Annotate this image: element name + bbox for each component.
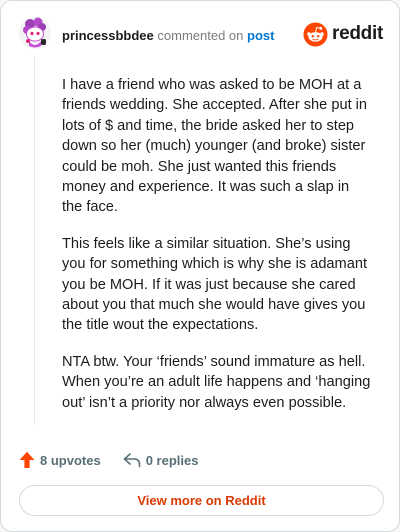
comment-embed-card: princessbbdee commented on post reddit I… xyxy=(0,0,400,532)
upvote-count: 8 upvotes xyxy=(40,452,101,468)
reply-arrow-icon xyxy=(123,453,140,468)
comment-paragraph-1: I have a friend who was asked to be MOH … xyxy=(62,77,368,216)
replies-button[interactable]: 0 replies xyxy=(123,452,199,468)
comment-meta: princessbbdee commented on post xyxy=(62,28,274,43)
username-link[interactable]: princessbbdee xyxy=(62,28,154,43)
upvote-button[interactable]: 8 upvotes xyxy=(19,451,101,469)
reddit-brand[interactable]: reddit xyxy=(303,21,383,47)
reddit-logo-icon xyxy=(303,21,328,47)
reply-count: 0 replies xyxy=(145,452,199,468)
comment-body: I have a friend who was asked to be MOH … xyxy=(62,75,372,429)
view-more-button[interactable]: View more on Reddit xyxy=(19,485,384,516)
commented-on-label: commented on xyxy=(157,28,244,43)
user-avatar[interactable] xyxy=(19,17,51,49)
upvote-arrow-icon xyxy=(19,451,35,468)
reddit-wordmark: reddit xyxy=(332,23,383,44)
thread-line xyxy=(34,57,35,425)
comment-header: princessbbdee commented on post reddit xyxy=(19,17,383,53)
comment-paragraph-2: This feels like a similar situation. She… xyxy=(62,235,367,334)
comment-paragraph-3: NTA btw. Your ‘friends’ sound immature a… xyxy=(62,353,371,411)
comment-actions: 8 upvotes 0 replies xyxy=(19,449,198,471)
avatar-snoo-icon xyxy=(19,17,51,49)
post-link[interactable]: post xyxy=(247,28,274,43)
